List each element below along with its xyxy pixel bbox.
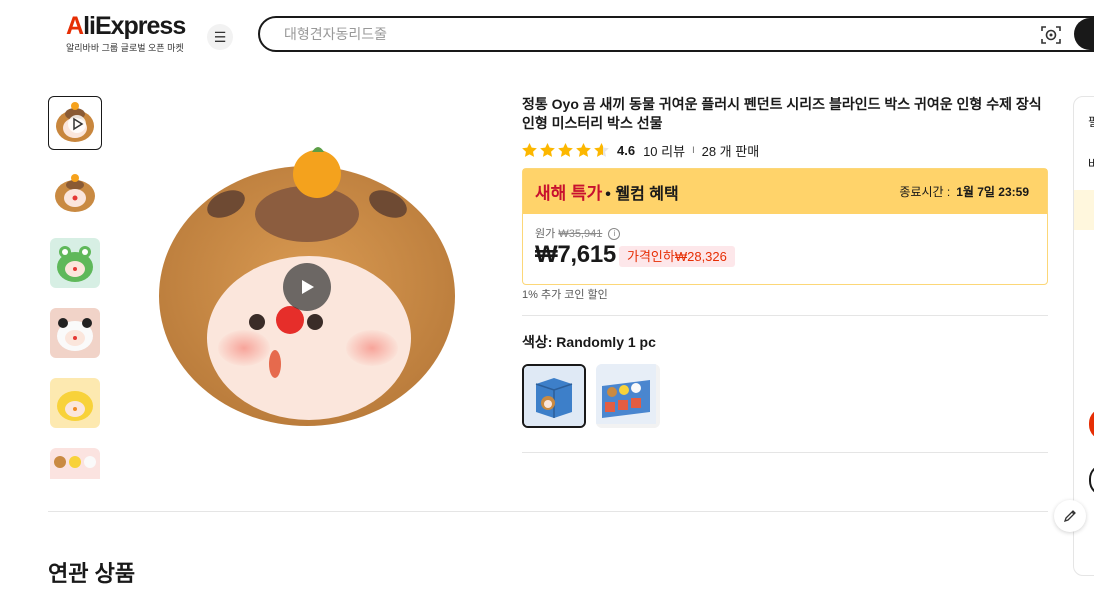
thumbnail-video[interactable]: [48, 96, 102, 150]
section-divider: [48, 511, 1048, 512]
related-products-title: 연관 상품: [48, 561, 136, 586]
original-price: ₩35,941: [558, 228, 603, 240]
promo-title: 새해 특가: [535, 184, 603, 203]
site-header: AliExpress 알리바바 그룹 글로벌 오픈 마켓 ☰: [0, 0, 1094, 68]
star-icon: [540, 143, 555, 157]
sale-price: ₩7,615: [535, 241, 616, 268]
thumbnail-4[interactable]: [50, 308, 100, 358]
chick-image: [50, 378, 100, 428]
main-product-image[interactable]: [116, 96, 498, 479]
divider: [522, 315, 1048, 316]
thumbnail-6[interactable]: [50, 448, 100, 479]
coin-discount-note: 1% 추가 코인 할인: [522, 289, 608, 301]
capybara-thumbnail-image: [56, 102, 94, 142]
divider: [522, 452, 1048, 453]
sidebar-promo-strip: [1074, 190, 1094, 230]
logo-tagline: 알리바바 그룹 글로벌 오픈 마켓: [66, 43, 184, 53]
star-icon: [576, 143, 591, 157]
star-icon: [522, 143, 537, 157]
feedback-button[interactable]: [1054, 500, 1086, 532]
search-input[interactable]: [284, 18, 984, 50]
promo-price-box: 새해 특가 • 웰컴 혜택 종료시간 : 1월 7일 23:59 원가 ₩35,9…: [522, 168, 1048, 285]
original-price-row: 원가 ₩35,941 i: [535, 225, 621, 241]
sidebar-text-2: 바: [1088, 157, 1094, 171]
display-box-image: [596, 364, 656, 424]
review-count[interactable]: 10 리뷰: [643, 141, 685, 160]
rating-row[interactable]: 4.6 10 리뷰 I 28 개 판매: [522, 141, 759, 159]
panda-image: [50, 308, 100, 358]
product-title: 정통 Oyo 곰 새끼 동물 귀여운 플러시 펜던트 시리즈 블라인드 박스 귀…: [522, 96, 1042, 131]
rating-separator: I: [692, 145, 695, 155]
promo-end-value: 1월 7일 23:59: [956, 185, 1029, 199]
promo-end-time: 종료시간 : 1월 7일 23:59: [899, 183, 1029, 200]
discount-badge: 가격인하₩28,326: [619, 246, 735, 267]
promo-end-label: 종료시간 :: [899, 185, 951, 199]
half-star-icon: [594, 143, 609, 157]
frog-image: [50, 238, 100, 288]
play-icon: [302, 280, 314, 294]
star-icon: [558, 143, 573, 157]
blind-box-image: [524, 366, 584, 426]
sidebar-text-1: 필: [1088, 115, 1094, 129]
play-video-button[interactable]: [283, 263, 331, 311]
image-search-icon[interactable]: [1040, 24, 1062, 46]
thumbnail-list: [48, 96, 104, 479]
sku-option-1[interactable]: [522, 364, 586, 428]
promo-banner: 새해 특가 • 웰컴 혜택 종료시간 : 1월 7일 23:59: [523, 169, 1047, 214]
aliexpress-logo[interactable]: AliExpress 알리바바 그룹 글로벌 오픈 마켓: [66, 12, 190, 54]
thumbnail-2[interactable]: [50, 168, 100, 218]
sku-option-2[interactable]: [596, 364, 660, 428]
thumbnail-5[interactable]: [50, 378, 100, 428]
color-selector-label: 색상: Randomly 1 pc: [522, 334, 656, 350]
info-icon[interactable]: i: [608, 228, 621, 241]
search-bar: [258, 16, 1094, 52]
capybara-image: [50, 168, 100, 218]
search-button[interactable]: [1074, 18, 1094, 50]
logo-wordmark: AliExpress: [66, 12, 186, 40]
original-price-label: 원가: [535, 228, 556, 240]
star-rating: [522, 143, 609, 157]
promo-subtitle: • 웰컴 혜택: [605, 185, 679, 203]
hamburger-icon: ☰: [213, 28, 227, 45]
thumbnail-3[interactable]: [50, 238, 100, 288]
series-lineup-image: [50, 448, 100, 479]
menu-button[interactable]: ☰: [207, 24, 233, 50]
rating-value: 4.6: [617, 142, 636, 158]
sold-count: 28 개 판매: [701, 143, 760, 159]
pencil-icon: [1063, 510, 1076, 523]
